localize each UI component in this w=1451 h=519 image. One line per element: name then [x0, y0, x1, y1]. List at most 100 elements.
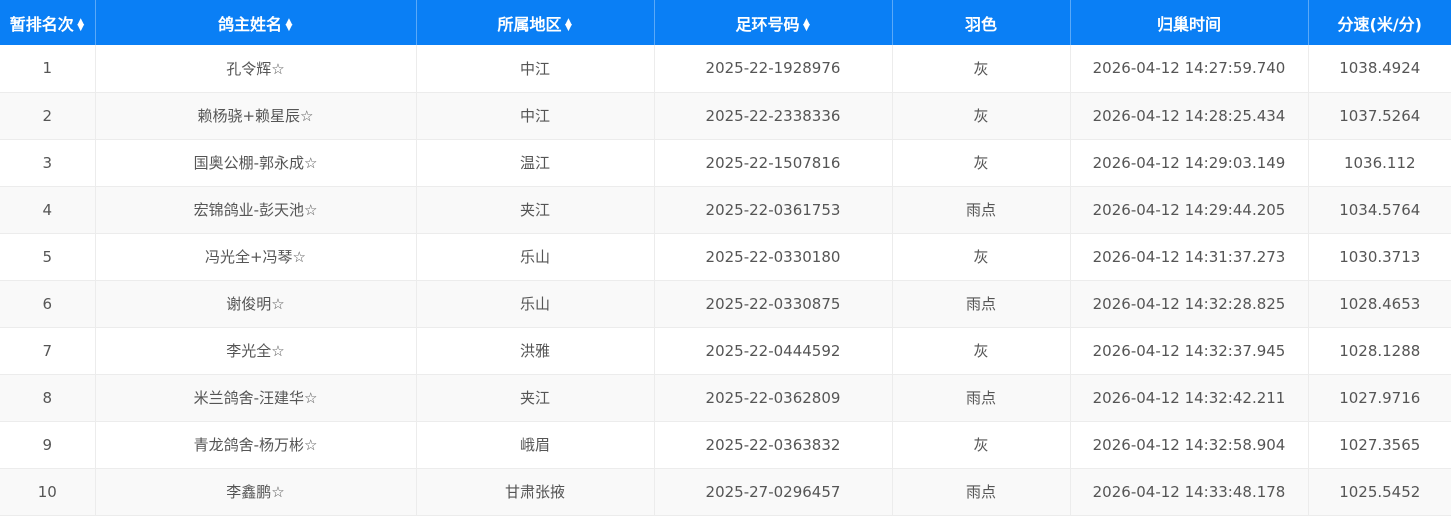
cell-region: 乐山: [416, 280, 655, 328]
cell-region: 夹江: [416, 374, 655, 422]
cell-owner: 李鑫鹏☆: [95, 468, 417, 516]
col-header-rank[interactable]: 暂排名次 ▲ ▼: [0, 0, 96, 45]
cell-rank: 5: [0, 233, 96, 281]
cell-ring: 2025-22-0444592: [654, 327, 893, 375]
cell-rank: 6: [0, 280, 96, 328]
col-header-owner[interactable]: 鸽主姓名 ▲ ▼: [95, 0, 417, 45]
cell-time: 2026-04-12 14:32:42.211: [1070, 374, 1309, 422]
col-header-region[interactable]: 所属地区 ▲ ▼: [416, 0, 655, 45]
cell-color: 雨点: [892, 186, 1071, 234]
sort-icon[interactable]: ▲ ▼: [565, 18, 573, 33]
cell-ring: 2025-22-1928976: [654, 45, 893, 93]
cell-ring: 2025-22-0330875: [654, 280, 893, 328]
cell-color: 灰: [892, 92, 1071, 140]
cell-owner: 孔令辉☆: [95, 45, 417, 93]
col-header-ring[interactable]: 足环号码 ▲ ▼: [654, 0, 893, 45]
cell-speed: 1036.112: [1308, 139, 1451, 187]
cell-color: 灰: [892, 139, 1071, 187]
cell-ring: 2025-22-0363832: [654, 421, 893, 469]
cell-color: 雨点: [892, 468, 1071, 516]
cell-owner: 宏锦鸽业-彭天池☆: [95, 186, 417, 234]
cell-color: 雨点: [892, 374, 1071, 422]
cell-color: 灰: [892, 327, 1071, 375]
cell-region: 夹江: [416, 186, 655, 234]
sort-icon[interactable]: ▲ ▼: [803, 18, 811, 33]
col-header-time: 归巢时间: [1070, 0, 1309, 45]
results-table: 暂排名次 ▲ ▼ 鸽主姓名 ▲ ▼ 所属地区 ▲ ▼ 足环号码 ▲ ▼ 羽色 归巢时间 分速(米…: [0, 0, 1451, 516]
cell-owner: 冯光全+冯琴☆: [95, 233, 417, 281]
table-row: 2 赖杨骁+赖星辰☆ 中江 2025-22-2338336 灰 2026-04-…: [0, 92, 1451, 140]
cell-time: 2026-04-12 14:31:37.273: [1070, 233, 1309, 281]
cell-ring: 2025-22-0361753: [654, 186, 893, 234]
cell-owner: 赖杨骁+赖星辰☆: [95, 92, 417, 140]
cell-color: 雨点: [892, 280, 1071, 328]
cell-region: 乐山: [416, 233, 655, 281]
cell-owner: 李光全☆: [95, 327, 417, 375]
cell-region: 温江: [416, 139, 655, 187]
table-row: 7 李光全☆ 洪雅 2025-22-0444592 灰 2026-04-12 1…: [0, 327, 1451, 375]
cell-rank: 2: [0, 92, 96, 140]
cell-color: 灰: [892, 233, 1071, 281]
col-header-speed: 分速(米/分): [1308, 0, 1451, 45]
cell-speed: 1034.5764: [1308, 186, 1451, 234]
cell-time: 2026-04-12 14:32:37.945: [1070, 327, 1309, 375]
sort-icon[interactable]: ▲ ▼: [285, 18, 293, 33]
col-header-label: 分速(米/分): [1337, 14, 1422, 34]
cell-time: 2026-04-12 14:27:59.740: [1070, 45, 1309, 93]
table-row: 9 青龙鸽舍-杨万彬☆ 峨眉 2025-22-0363832 灰 2026-04…: [0, 421, 1451, 469]
cell-ring: 2025-22-2338336: [654, 92, 893, 140]
table-row: 5 冯光全+冯琴☆ 乐山 2025-22-0330180 灰 2026-04-1…: [0, 233, 1451, 281]
col-header-color: 羽色: [892, 0, 1071, 45]
cell-region: 峨眉: [416, 421, 655, 469]
col-header-label: 暂排名次: [9, 14, 74, 34]
cell-owner: 青龙鸽舍-杨万彬☆: [95, 421, 417, 469]
col-header-label: 足环号码: [735, 14, 800, 34]
cell-rank: 3: [0, 139, 96, 187]
sort-icon[interactable]: ▲ ▼: [77, 18, 85, 33]
cell-speed: 1027.9716: [1308, 374, 1451, 422]
cell-ring: 2025-27-0296457: [654, 468, 893, 516]
cell-rank: 9: [0, 421, 96, 469]
cell-rank: 10: [0, 468, 96, 516]
cell-owner: 谢俊明☆: [95, 280, 417, 328]
cell-time: 2026-04-12 14:29:03.149: [1070, 139, 1309, 187]
table-row: 6 谢俊明☆ 乐山 2025-22-0330875 雨点 2026-04-12 …: [0, 280, 1451, 328]
cell-region: 中江: [416, 92, 655, 140]
cell-rank: 7: [0, 327, 96, 375]
cell-speed: 1037.5264: [1308, 92, 1451, 140]
cell-region: 中江: [416, 45, 655, 93]
cell-speed: 1027.3565: [1308, 421, 1451, 469]
table-row: 8 米兰鸽舍-汪建华☆ 夹江 2025-22-0362809 雨点 2026-0…: [0, 374, 1451, 422]
cell-time: 2026-04-12 14:29:44.205: [1070, 186, 1309, 234]
col-header-label: 归巢时间: [1156, 14, 1221, 34]
cell-owner: 国奥公棚-郭永成☆: [95, 139, 417, 187]
cell-speed: 1038.4924: [1308, 45, 1451, 93]
table-row: 10 李鑫鹏☆ 甘肃张掖 2025-27-0296457 雨点 2026-04-…: [0, 468, 1451, 516]
cell-time: 2026-04-12 14:32:28.825: [1070, 280, 1309, 328]
table-row: 1 孔令辉☆ 中江 2025-22-1928976 灰 2026-04-12 1…: [0, 45, 1451, 93]
cell-rank: 8: [0, 374, 96, 422]
cell-time: 2026-04-12 14:28:25.434: [1070, 92, 1309, 140]
cell-speed: 1028.4653: [1308, 280, 1451, 328]
cell-ring: 2025-22-1507816: [654, 139, 893, 187]
cell-speed: 1030.3713: [1308, 233, 1451, 281]
cell-owner: 米兰鸽舍-汪建华☆: [95, 374, 417, 422]
cell-time: 2026-04-12 14:32:58.904: [1070, 421, 1309, 469]
col-header-label: 羽色: [964, 14, 997, 34]
cell-color: 灰: [892, 45, 1071, 93]
table-row: 3 国奥公棚-郭永成☆ 温江 2025-22-1507816 灰 2026-04…: [0, 139, 1451, 187]
cell-region: 甘肃张掖: [416, 468, 655, 516]
cell-color: 灰: [892, 421, 1071, 469]
cell-region: 洪雅: [416, 327, 655, 375]
header-row: 暂排名次 ▲ ▼ 鸽主姓名 ▲ ▼ 所属地区 ▲ ▼ 足环号码 ▲ ▼ 羽色 归巢时间 分速(米…: [0, 0, 1451, 45]
table-row: 4 宏锦鸽业-彭天池☆ 夹江 2025-22-0361753 雨点 2026-0…: [0, 186, 1451, 234]
col-header-label: 所属地区: [497, 14, 562, 34]
cell-ring: 2025-22-0362809: [654, 374, 893, 422]
cell-rank: 1: [0, 45, 96, 93]
cell-rank: 4: [0, 186, 96, 234]
col-header-label: 鸽主姓名: [217, 14, 282, 34]
cell-time: 2026-04-12 14:33:48.178: [1070, 468, 1309, 516]
cell-ring: 2025-22-0330180: [654, 233, 893, 281]
cell-speed: 1025.5452: [1308, 468, 1451, 516]
cell-speed: 1028.1288: [1308, 327, 1451, 375]
